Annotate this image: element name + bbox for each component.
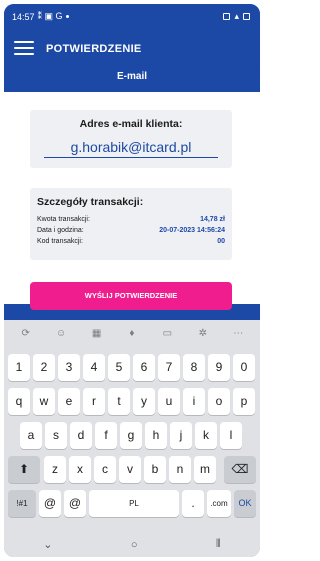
- gif-icon[interactable]: ▭: [159, 326, 175, 342]
- microphone-icon[interactable]: ♦: [124, 326, 140, 342]
- transaction-code-value: 00: [217, 238, 225, 245]
- key-7[interactable]: 7: [158, 354, 180, 381]
- key-f[interactable]: f: [95, 422, 117, 449]
- key-v[interactable]: v: [119, 456, 141, 483]
- key-y[interactable]: y: [133, 388, 155, 415]
- ok-key[interactable]: OK: [234, 490, 256, 517]
- key-r[interactable]: r: [83, 388, 105, 415]
- translate-icon[interactable]: ⟳: [18, 326, 34, 342]
- key-m[interactable]: m: [194, 456, 216, 483]
- transaction-details-card: Szczegóły transakcji: Kwota transakcji: …: [30, 188, 232, 260]
- system-nav-bar: ⌄ ○ ⦀: [4, 532, 260, 557]
- key-h[interactable]: h: [145, 422, 167, 449]
- battery-icon: [243, 13, 250, 20]
- key-1[interactable]: 1: [8, 354, 30, 381]
- dotcom-key[interactable]: .com: [207, 490, 231, 517]
- key-j[interactable]: j: [170, 422, 192, 449]
- sim-icon: [223, 13, 231, 20]
- transaction-amount-value: 14,78 zł: [200, 216, 225, 223]
- key-b[interactable]: b: [144, 456, 166, 483]
- main-content: Adres e-mail klienta: Szczegóły transakc…: [4, 92, 260, 310]
- key-8[interactable]: 8: [183, 354, 205, 381]
- keyboard-toolbar: ⟳ ☺ ▦ ♦ ▭ ✲ ⋯: [4, 320, 260, 348]
- key-u[interactable]: u: [158, 388, 180, 415]
- key-a[interactable]: a: [20, 422, 42, 449]
- key-q[interactable]: q: [8, 388, 30, 415]
- key-k[interactable]: k: [195, 422, 217, 449]
- more-icon[interactable]: ⋯: [230, 326, 246, 342]
- email-input[interactable]: [44, 136, 218, 158]
- status-dot-icon: [65, 15, 69, 18]
- status-bar: 14:57 ⁑ ▣ G ▴: [4, 4, 260, 30]
- key-t[interactable]: t: [108, 388, 130, 415]
- back-chevron-icon[interactable]: ⌄: [43, 538, 52, 551]
- page-subtitle: E-mail: [116, 71, 147, 82]
- key-0[interactable]: 0: [233, 354, 255, 381]
- page-title: POTWIERDZENIE: [46, 43, 142, 55]
- phone-screen: 14:57 ⁑ ▣ G ▴ POTWIERDZENIE E-mail Adres…: [4, 4, 260, 557]
- key-9[interactable]: 9: [208, 354, 230, 381]
- key-w[interactable]: w: [33, 388, 55, 415]
- key-d[interactable]: d: [70, 422, 92, 449]
- transaction-row: Kwota transakcji: 14,78 zł: [37, 216, 225, 226]
- shift-key[interactable]: ⬆: [8, 456, 40, 483]
- home-icon[interactable]: ○: [131, 539, 138, 551]
- app-header: POTWIERDZENIE E-mail: [4, 30, 260, 92]
- transaction-datetime-label: Data i godzina:: [37, 227, 84, 234]
- key-4[interactable]: 4: [83, 354, 105, 381]
- transaction-title: Szczegóły transakcji:: [37, 196, 144, 208]
- key-g[interactable]: g: [120, 422, 142, 449]
- settings-gear-icon[interactable]: ✲: [195, 326, 211, 342]
- emoji-icon[interactable]: ☺: [53, 326, 69, 342]
- transaction-amount-label: Kwota transakcji:: [37, 216, 90, 223]
- key-p[interactable]: p: [233, 388, 255, 415]
- key-i[interactable]: i: [183, 388, 205, 415]
- transaction-row: Data i godzina: 20-07-2023 14:56:24: [37, 227, 225, 237]
- backspace-key[interactable]: ⌫: [224, 456, 256, 483]
- key-o[interactable]: o: [208, 388, 230, 415]
- key-x[interactable]: x: [69, 456, 91, 483]
- key-5[interactable]: 5: [108, 354, 130, 381]
- key-s[interactable]: s: [45, 422, 67, 449]
- key-e[interactable]: e: [58, 388, 80, 415]
- key-2[interactable]: 2: [33, 354, 55, 381]
- hamburger-menu-icon[interactable]: [14, 40, 34, 56]
- status-time: 14:57: [12, 11, 35, 22]
- at-key[interactable]: @: [39, 490, 61, 517]
- email-card: Adres e-mail klienta:: [30, 110, 232, 168]
- transaction-datetime-value: 20-07-2023 14:56:24: [159, 227, 225, 234]
- status-notification-icons: ⁑ ▣ G: [37, 11, 63, 21]
- recent-apps-icon[interactable]: ⦀: [216, 538, 221, 551]
- key-l[interactable]: l: [220, 422, 242, 449]
- key-3[interactable]: 3: [58, 354, 80, 381]
- key-n[interactable]: n: [169, 456, 191, 483]
- signal-icon: ▴: [234, 11, 239, 21]
- dot-key[interactable]: .: [182, 490, 204, 517]
- key-c[interactable]: c: [94, 456, 116, 483]
- email-label: Adres e-mail klienta:: [79, 118, 183, 130]
- sticker-icon[interactable]: ▦: [89, 326, 105, 342]
- space-key[interactable]: PL: [89, 490, 179, 517]
- key-6[interactable]: 6: [133, 354, 155, 381]
- key-z[interactable]: z: [44, 456, 66, 483]
- transaction-row: Kod transakcji: 00: [37, 238, 225, 248]
- transaction-code-label: Kod transakcji:: [37, 238, 83, 245]
- symbols-key[interactable]: !#1: [8, 490, 36, 517]
- at-key-secondary[interactable]: @: [64, 490, 86, 517]
- onscreen-keyboard: ⟳ ☺ ▦ ♦ ▭ ✲ ⋯ 1234567890 qwertyuiop asdf…: [4, 320, 260, 557]
- send-confirmation-button[interactable]: WYŚLIJ POTWIERDZENIE: [30, 282, 232, 310]
